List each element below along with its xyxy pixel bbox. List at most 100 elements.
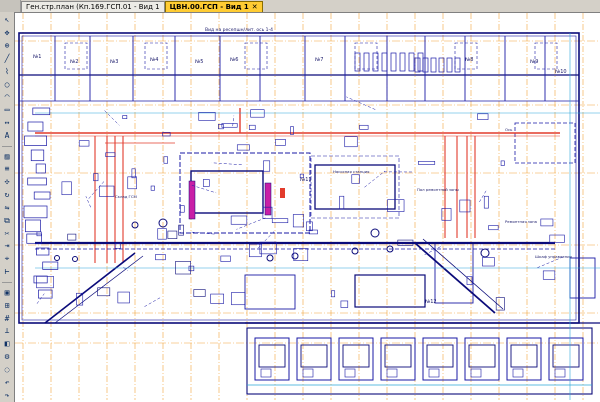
minor-equipment xyxy=(263,161,269,171)
insert-icon[interactable]: ⊞ xyxy=(2,300,13,311)
annotation-label: Ремонтная зона xyxy=(505,219,537,224)
cad-canvas[interactable]: Вид на ресепшн/лит. ось 1-4№1№2№3№4№5№6№… xyxy=(15,13,600,400)
mirror-icon[interactable]: ⇋ xyxy=(2,203,13,214)
minor-equipment xyxy=(31,150,44,161)
minor-equipment xyxy=(199,112,215,120)
undo-icon[interactable]: ↶ xyxy=(2,377,13,388)
bay-equipment xyxy=(471,369,481,377)
leader-line xyxy=(144,298,160,307)
bay-equipment xyxy=(555,369,565,377)
line-icon[interactable]: ╱ xyxy=(2,53,13,64)
rect-icon[interactable]: ▭ xyxy=(2,105,13,116)
arc-icon[interactable]: ◠ xyxy=(2,92,13,103)
measure-icon[interactable]: ⊢ xyxy=(2,267,13,278)
extend-icon[interactable]: ⇥ xyxy=(2,241,13,252)
dimension-icon[interactable]: ↔ xyxy=(2,118,13,129)
tank-symbol xyxy=(73,257,78,262)
minor-equipment xyxy=(115,243,120,248)
fixture xyxy=(415,58,420,72)
machine-footprint xyxy=(191,171,263,213)
bay-equipment xyxy=(429,369,439,377)
redo-icon[interactable]: ↷ xyxy=(2,390,13,401)
room-label: №1 xyxy=(33,54,41,60)
minor-equipment xyxy=(352,175,360,184)
arrow-icon[interactable]: ↖ xyxy=(2,15,13,26)
room-detail xyxy=(245,43,267,69)
snap-icon[interactable]: ⌖ xyxy=(2,254,13,265)
highlighted-equipment xyxy=(280,188,285,198)
room-label: №2 xyxy=(70,59,78,65)
minor-equipment xyxy=(478,114,489,120)
minor-equipment xyxy=(482,257,494,266)
bay-equipment xyxy=(511,345,537,367)
minor-equipment xyxy=(164,157,168,164)
bay-equipment xyxy=(553,345,579,367)
minor-equipment xyxy=(28,122,43,131)
minor-equipment xyxy=(158,229,167,240)
annotation-label: Шкаф управления xyxy=(535,254,572,259)
tank-symbol xyxy=(481,249,489,257)
bay-equipment xyxy=(427,345,453,367)
minor-equipment xyxy=(331,291,334,297)
bay-equipment xyxy=(261,369,271,377)
tank-symbol xyxy=(371,229,379,237)
text-icon[interactable]: A xyxy=(2,130,13,141)
minor-equipment xyxy=(94,174,98,181)
document-tab-bar: Ген.стр.план (Кп.169.ГСП.01 - Вид 1 ЦВН.… xyxy=(0,0,600,13)
room-label: №8 xyxy=(465,57,473,63)
bay xyxy=(423,338,457,380)
fill-icon[interactable]: ◧ xyxy=(2,339,13,350)
room-label: №7 xyxy=(315,57,323,63)
minor-equipment xyxy=(501,161,504,166)
bay-equipment xyxy=(513,369,523,377)
polyline-icon[interactable]: ⌇ xyxy=(2,66,13,77)
tab-general-plan[interactable]: Ген.стр.план (Кп.169.ГСП.01 - Вид 1 xyxy=(21,1,165,12)
minor-equipment xyxy=(38,290,52,298)
bay xyxy=(549,338,583,380)
minor-equipment xyxy=(156,254,166,259)
bay-equipment xyxy=(301,345,327,367)
leader-line xyxy=(212,163,242,165)
tank-symbol xyxy=(267,255,273,261)
room-label: №11 xyxy=(300,177,312,183)
trim-icon[interactable]: ✂ xyxy=(2,228,13,239)
fixture xyxy=(391,53,396,71)
hide-icon[interactable]: ◌ xyxy=(2,364,13,375)
minor-equipment xyxy=(211,294,224,303)
minor-equipment xyxy=(484,196,488,208)
block-icon[interactable]: ▣ xyxy=(2,287,13,298)
grid-icon[interactable]: # xyxy=(2,313,13,324)
equipment-zone xyxy=(180,153,310,233)
copy-icon[interactable]: ⧉ xyxy=(2,215,13,226)
annotation-label: Насосная станция xyxy=(333,169,369,174)
cad-drawing-area[interactable]: Вид на ресепшн/лит. ось 1-4№1№2№3№4№5№6№… xyxy=(15,13,600,400)
fixture xyxy=(409,53,414,71)
tab-cvn-gsp[interactable]: ЦВН.00.ГСП - Вид 1 ✕ xyxy=(165,1,263,12)
drawing-title: Вид на ресепшн/лит. ось 1-4 xyxy=(205,27,273,33)
hatch-icon[interactable]: ▨ xyxy=(2,151,13,162)
room-label: №9 xyxy=(530,59,538,65)
circle-icon[interactable]: ○ xyxy=(2,79,13,90)
minor-equipment xyxy=(293,215,303,227)
zoom-icon[interactable]: ⊕ xyxy=(2,41,13,52)
minor-equipment xyxy=(176,261,191,274)
move-icon[interactable]: ✣ xyxy=(2,177,13,188)
layer-icon[interactable]: ≡ xyxy=(2,164,13,175)
bay-equipment xyxy=(387,369,397,377)
annotation-label: Ось xyxy=(505,127,513,132)
properties-icon[interactable]: ⚙ xyxy=(2,352,13,363)
tab-label: Ген.стр.план (Кп.169.ГСП.01 - Вид 1 xyxy=(26,2,160,12)
leader-line xyxy=(479,191,486,203)
minor-equipment xyxy=(68,234,76,240)
minor-equipment xyxy=(79,141,89,147)
pan-icon[interactable]: ✥ xyxy=(2,28,13,39)
ortho-icon[interactable]: ⊥ xyxy=(2,326,13,337)
minor-equipment xyxy=(231,216,247,224)
minor-equipment xyxy=(34,276,47,283)
close-icon[interactable]: ✕ xyxy=(252,2,258,12)
minor-equipment xyxy=(489,225,499,229)
minor-equipment xyxy=(340,196,344,209)
tab-label: ЦВН.00.ГСП - Вид 1 xyxy=(170,2,249,12)
tank-symbol xyxy=(292,253,298,259)
rotate-icon[interactable]: ↻ xyxy=(2,190,13,201)
